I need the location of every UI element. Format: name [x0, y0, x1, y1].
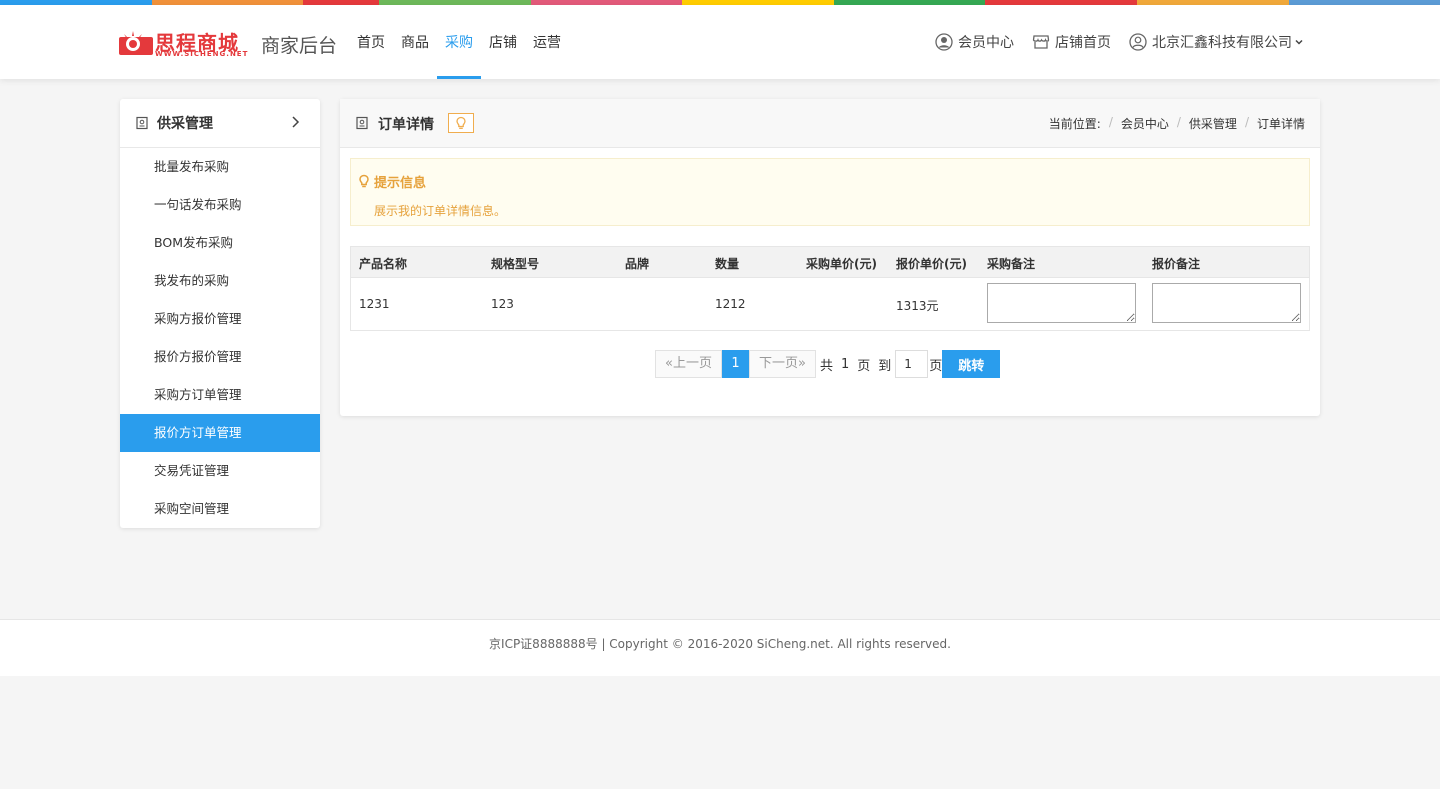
pagination: «上一页 1 下一页» 共 1 页 到 页 跳转 [655, 350, 1001, 378]
sidebar-title: 供采管理 [157, 116, 213, 132]
company-name: 北京汇鑫科技有限公司 [1152, 35, 1292, 51]
store-icon [1032, 35, 1050, 49]
current-page-button[interactable]: 1 [721, 350, 749, 378]
top-right-links: 会员中心 店铺首页 北京汇鑫科技有限公司 [917, 5, 1309, 79]
lightbulb-icon [359, 174, 369, 188]
chevron-right-icon [292, 116, 300, 128]
logo-sun-icon [119, 31, 153, 55]
prev-page-button[interactable]: «上一页 [655, 350, 722, 378]
tip-box: 提示信息 展示我的订单详情信息。 [350, 158, 1310, 226]
cell-quote-price: 1313元 [896, 299, 939, 313]
next-page-button[interactable]: 下一页» [748, 350, 816, 378]
store-home-link[interactable]: 店铺首页 [1032, 32, 1111, 52]
main-nav: 首页 商品 采购 店铺 运营 [349, 5, 569, 79]
col-quote-note: 报价备注 [1152, 257, 1201, 271]
logo-subtext: WWW.SICHENG.NET [155, 50, 249, 58]
col-brand: 品牌 [625, 257, 650, 271]
cell-spec: 123 [491, 297, 514, 311]
total-prefix: 共 [819, 358, 833, 374]
total-pages: 1 [840, 356, 850, 372]
col-quote-price: 报价单价(元) [896, 257, 967, 271]
footer-copyright: 京ICP证8888888号 | Copyright © 2016-2020 Si… [489, 637, 951, 651]
col-quantity: 数量 [715, 257, 740, 271]
sidebar-item-seller-orders[interactable]: 报价方订单管理 [120, 414, 320, 452]
store-home-label: 店铺首页 [1055, 35, 1111, 51]
tip-toggle-button[interactable] [448, 113, 474, 133]
user-icon [1129, 33, 1147, 51]
sidebar-item-purchase-space[interactable]: 采购空间管理 [120, 490, 320, 528]
nav-store[interactable]: 店铺 [481, 5, 525, 79]
sidebar-item-bom-publish[interactable]: BOM发布采购 [120, 224, 320, 262]
total-suffix: 页 [857, 358, 871, 374]
lightbulb-icon [456, 116, 466, 129]
document-icon [136, 116, 148, 130]
cell-product-name: 1231 [359, 297, 390, 311]
tip-text: 展示我的订单详情信息。 [374, 204, 507, 218]
sidebar-item-seller-quotes[interactable]: 报价方报价管理 [120, 338, 320, 376]
breadcrumb-current: 订单详情 [1256, 117, 1305, 131]
col-spec: 规格型号 [491, 257, 540, 271]
nav-purchase[interactable]: 采购 [437, 5, 481, 79]
cell-quantity: 1212 [715, 297, 746, 311]
logo[interactable]: 思程商城 WWW.SICHENG.NET [119, 27, 254, 61]
order-table: 产品名称 规格型号 品牌 数量 采购单价(元) 报价单价(元) 采购备注 报价备… [350, 246, 1310, 331]
breadcrumb: 当前位置: / 会员中心 / 供采管理 / 订单详情 [1048, 115, 1305, 132]
order-detail-panel: 订单详情 当前位置: / 会员中心 / 供采管理 / 订单详情 提示信息 展示我… [340, 99, 1320, 416]
document-icon [356, 116, 368, 130]
sidebar-item-buyer-quotes[interactable]: 采购方报价管理 [120, 300, 320, 338]
goto-page-input[interactable] [895, 350, 929, 378]
breadcrumb-supply-management[interactable]: 供采管理 [1189, 115, 1237, 132]
breadcrumb-prefix: 当前位置: [1048, 117, 1101, 131]
quote-note-textarea[interactable] [1152, 283, 1301, 323]
nav-operation[interactable]: 运营 [525, 5, 569, 79]
table-row: 1231 123 1212 1313元 [351, 278, 1309, 330]
sidebar-item-one-sentence-publish[interactable]: 一句话发布采购 [120, 186, 320, 224]
nav-home[interactable]: 首页 [349, 5, 393, 79]
col-purchase-price: 采购单价(元) [806, 257, 877, 271]
member-center-link[interactable]: 会员中心 [935, 32, 1014, 52]
portal-title: 商家后台 [261, 35, 338, 57]
sidebar-item-batch-publish[interactable]: 批量发布采购 [120, 148, 320, 186]
top-header: 思程商城 WWW.SICHENG.NET 商家后台 首页 商品 采购 店铺 运营… [0, 5, 1440, 79]
sidebar-header[interactable]: 供采管理 [120, 99, 320, 148]
purchase-note-textarea[interactable] [987, 283, 1136, 323]
sidebar-item-my-purchases[interactable]: 我发布的采购 [120, 262, 320, 300]
member-center-label: 会员中心 [958, 35, 1014, 51]
breadcrumb-member-center[interactable]: 会员中心 [1121, 115, 1169, 132]
tip-title: 提示信息 [374, 176, 427, 191]
page-title: 订单详情 [378, 117, 434, 133]
footer: 京ICP证8888888号 | Copyright © 2016-2020 Si… [0, 619, 1440, 676]
chevron-down-icon [1295, 39, 1303, 45]
company-menu[interactable]: 北京汇鑫科技有限公司 [1129, 32, 1309, 52]
col-product-name: 产品名称 [359, 257, 408, 271]
goto-suffix: 页 [929, 358, 943, 374]
sidebar-item-vouchers[interactable]: 交易凭证管理 [120, 452, 320, 490]
panel-header: 订单详情 当前位置: / 会员中心 / 供采管理 / 订单详情 [340, 99, 1320, 148]
goto-page-button[interactable]: 跳转 [942, 350, 1001, 378]
sidebar: 供采管理 批量发布采购 一句话发布采购 BOM发布采购 我发布的采购 采购方报价… [120, 99, 320, 528]
sidebar-item-buyer-orders[interactable]: 采购方订单管理 [120, 376, 320, 414]
goto-prefix: 到 [878, 358, 892, 374]
col-purchase-note: 采购备注 [987, 257, 1036, 271]
table-header: 产品名称 规格型号 品牌 数量 采购单价(元) 报价单价(元) 采购备注 报价备… [351, 247, 1309, 278]
nav-goods[interactable]: 商品 [393, 5, 437, 79]
user-circle-icon [935, 33, 953, 51]
